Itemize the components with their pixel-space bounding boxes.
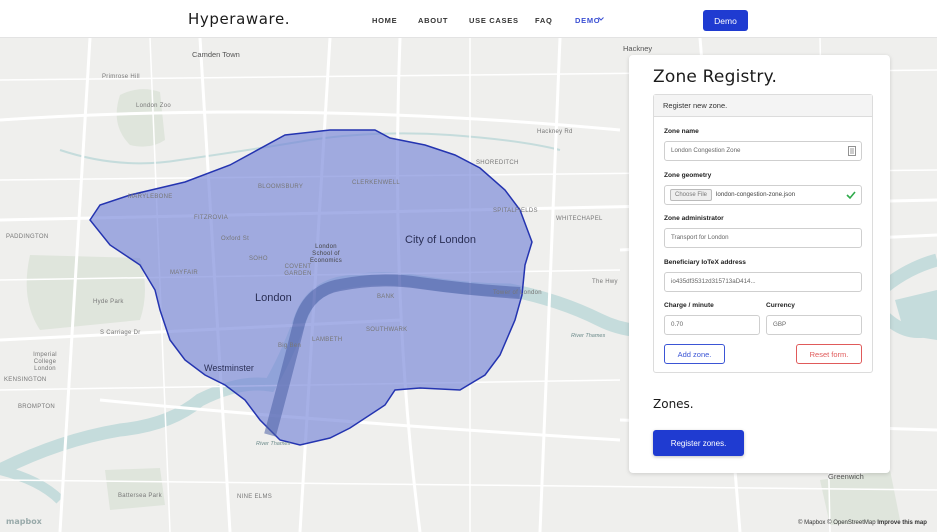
map-label-greenwich: Greenwich [828,472,864,481]
map-label-camden-town: Camden Town [192,50,240,59]
map-label-city-of-london: City of London [405,234,476,246]
contact-card-icon [848,146,856,156]
charge-per-minute-input[interactable]: 0.70 [664,315,760,335]
map-label-shoreditch: SHOREDITCH [476,160,519,166]
currency-label: Currency [766,302,795,309]
currency-input[interactable]: GBP [766,315,862,335]
register-zones-button[interactable]: Register zones. [653,430,744,456]
map-label-kensington: KENSINGTON [4,377,47,383]
zones-heading: Zones. [653,397,694,411]
map-label-imperial-college: Imperial College London [33,352,57,372]
zone-administrator-input[interactable]: Transport for London [664,228,862,248]
map-label-lambeth: LAMBETH [312,337,343,343]
map-label-lse: London School of Economics [309,244,343,264]
map-label-westminster: Westminster [204,363,254,373]
hyde-park [26,255,146,330]
map-label-soho: SOHO [249,256,268,262]
reset-form-button[interactable]: Reset form. [796,344,862,364]
map-label-nine-elms: NINE ELMS [237,494,273,500]
improve-map-link[interactable]: Improve this map [877,520,927,526]
file-name: london-congestion-zone.json [716,191,796,198]
nav-link-demo-dropdown[interactable]: DEMO [575,16,600,25]
map-label-clerkenwell: CLERKENWELL [352,180,400,186]
map-label-tower-of-london: Tower of London [493,290,542,296]
map-attribution: © Mapbox © OpenStreetMap Improve this ma… [798,520,927,526]
form-header: Register new zone. [654,95,872,117]
map-label-southwark: SOUTHWARK [366,327,408,333]
map-label-hackney-rd: Hackney Rd [537,129,573,135]
add-zone-button[interactable]: Add zone. [664,344,725,364]
nav-link-use-cases[interactable]: USE CASES [469,16,519,25]
charge-per-minute-label: Charge / minute [664,302,714,309]
map-label-london-zoo: London Zoo [136,103,172,109]
demo-button[interactable]: Demo [703,10,748,31]
battersea-park [105,468,165,510]
map-label-brompton: BROMPTON [18,404,55,410]
zone-administrator-label: Zone administrator [664,215,724,222]
map-label-covent-garden: COVENT GARDEN [284,264,312,277]
map-label-river-thames: River Thames [571,333,606,339]
map-label-big-ben: Big Ben [278,343,302,349]
map-label-spitalfields: SPITALFIELDS [493,208,538,214]
mapbox-logo[interactable]: mapbox [6,517,42,526]
map-label-battersea-park: Battersea Park [118,493,162,499]
map-label-mayfair: MAYFAIR [170,270,198,276]
chevron-down-icon[interactable] [598,16,604,22]
zone-name-input[interactable]: London Congestion Zone [664,141,862,161]
checkmark-icon [846,191,856,200]
map-label-the-highway: The Hwy [592,279,618,285]
map-label-bloomsbury: BLOOMSBURY [258,184,304,190]
attribution-text[interactable]: © Mapbox © OpenStreetMap [798,520,876,526]
map-label-s-carriage-dr: S Carriage Dr [100,330,141,336]
map-label-paddington: PADDINGTON [6,234,49,240]
nav-link-about[interactable]: ABOUT [418,16,448,25]
river-thames-west [0,465,64,504]
map-label-whitechapel: WHITECHAPEL [556,216,603,222]
beneficiary-address-label: Beneficiary IoTeX address [664,259,746,266]
panel-title: Zone Registry. [653,67,778,87]
top-navbar: Hyperaware. HOME ABOUT USE CASES FAQ DEM… [0,0,937,38]
zone-name-value: London Congestion Zone [671,147,741,154]
brand-logo[interactable]: Hyperaware. [188,10,290,28]
zone-name-label: Zone name [664,128,699,135]
map-label-fitzrovia: FITZROVIA [194,215,229,221]
map-label-marylebone: MARYLEBONE [128,194,173,200]
map-label-hackney: Hackney [623,44,653,53]
register-zone-form: Register new zone. Zone name London Cong… [653,94,873,373]
map-label-primrose-hill: Primrose Hill [102,74,140,80]
map-label-london: London [255,292,292,304]
zone-registry-panel: Zone Registry. Register new zone. Zone n… [629,55,890,473]
nav-link-home[interactable]: HOME [372,16,397,25]
map-label-river-thames-west: River Thames [256,441,291,447]
map-label-bank: BANK [377,294,395,300]
zone-geometry-file-input[interactable]: Choose File london-congestion-zone.json [664,185,862,205]
map-label-hyde-park: Hyde Park [93,299,124,305]
zone-geometry-label: Zone geometry [664,172,712,179]
choose-file-button[interactable]: Choose File [670,189,713,201]
regents-park [116,89,165,147]
map-label-oxford-st: Oxford St [221,236,250,242]
nav-link-faq[interactable]: FAQ [535,16,553,25]
beneficiary-address-input[interactable]: io435df3531zd315713aD414... [664,272,862,292]
